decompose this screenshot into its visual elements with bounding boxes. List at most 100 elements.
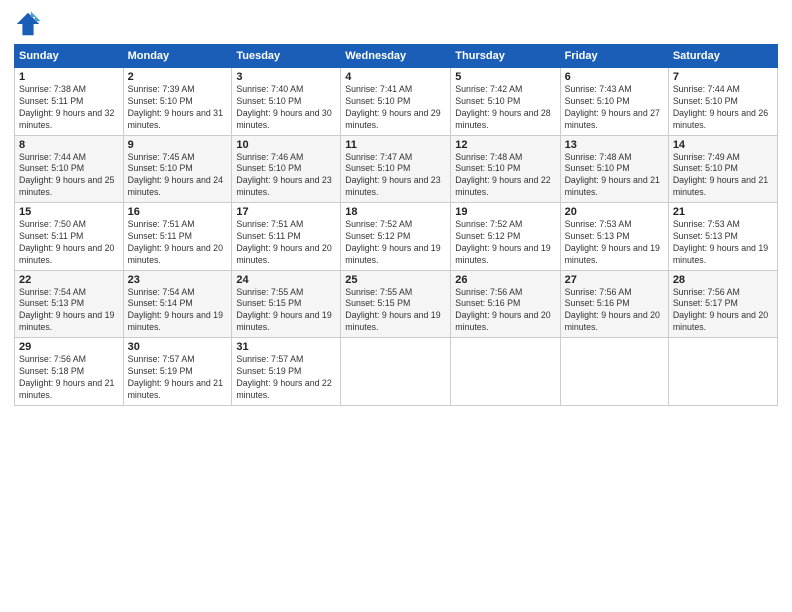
day-number: 19 — [455, 206, 555, 218]
calendar-cell: 13Sunrise: 7:48 AM Sunset: 5:10 PM Dayli… — [560, 135, 668, 203]
day-info: Sunrise: 7:48 AM Sunset: 5:10 PM Dayligh… — [565, 152, 664, 200]
calendar-cell: 25Sunrise: 7:55 AM Sunset: 5:15 PM Dayli… — [341, 270, 451, 338]
calendar-cell: 3Sunrise: 7:40 AM Sunset: 5:10 PM Daylig… — [232, 68, 341, 136]
calendar-cell: 23Sunrise: 7:54 AM Sunset: 5:14 PM Dayli… — [123, 270, 232, 338]
weekday-header: Sunday — [15, 45, 124, 68]
calendar-cell: 5Sunrise: 7:42 AM Sunset: 5:10 PM Daylig… — [451, 68, 560, 136]
day-number: 2 — [128, 71, 228, 83]
header — [14, 10, 778, 38]
day-number: 4 — [345, 71, 446, 83]
calendar-cell — [560, 338, 668, 406]
calendar-week-row: 8Sunrise: 7:44 AM Sunset: 5:10 PM Daylig… — [15, 135, 778, 203]
day-info: Sunrise: 7:57 AM Sunset: 5:19 PM Dayligh… — [236, 354, 336, 402]
day-number: 23 — [128, 274, 228, 286]
calendar-cell: 11Sunrise: 7:47 AM Sunset: 5:10 PM Dayli… — [341, 135, 451, 203]
day-info: Sunrise: 7:38 AM Sunset: 5:11 PM Dayligh… — [19, 84, 119, 132]
day-number: 28 — [673, 274, 773, 286]
day-info: Sunrise: 7:49 AM Sunset: 5:10 PM Dayligh… — [673, 152, 773, 200]
calendar-cell: 1Sunrise: 7:38 AM Sunset: 5:11 PM Daylig… — [15, 68, 124, 136]
calendar-week-row: 1Sunrise: 7:38 AM Sunset: 5:11 PM Daylig… — [15, 68, 778, 136]
day-info: Sunrise: 7:56 AM Sunset: 5:16 PM Dayligh… — [565, 287, 664, 335]
day-number: 29 — [19, 341, 119, 353]
calendar-cell — [668, 338, 777, 406]
day-info: Sunrise: 7:41 AM Sunset: 5:10 PM Dayligh… — [345, 84, 446, 132]
day-number: 27 — [565, 274, 664, 286]
calendar-cell: 14Sunrise: 7:49 AM Sunset: 5:10 PM Dayli… — [668, 135, 777, 203]
day-info: Sunrise: 7:42 AM Sunset: 5:10 PM Dayligh… — [455, 84, 555, 132]
calendar-cell: 27Sunrise: 7:56 AM Sunset: 5:16 PM Dayli… — [560, 270, 668, 338]
day-info: Sunrise: 7:44 AM Sunset: 5:10 PM Dayligh… — [19, 152, 119, 200]
weekday-header: Saturday — [668, 45, 777, 68]
calendar-cell: 16Sunrise: 7:51 AM Sunset: 5:11 PM Dayli… — [123, 203, 232, 271]
day-number: 14 — [673, 139, 773, 151]
day-info: Sunrise: 7:44 AM Sunset: 5:10 PM Dayligh… — [673, 84, 773, 132]
calendar-week-row: 22Sunrise: 7:54 AM Sunset: 5:13 PM Dayli… — [15, 270, 778, 338]
day-number: 13 — [565, 139, 664, 151]
calendar-cell: 31Sunrise: 7:57 AM Sunset: 5:19 PM Dayli… — [232, 338, 341, 406]
day-number: 10 — [236, 139, 336, 151]
day-info: Sunrise: 7:52 AM Sunset: 5:12 PM Dayligh… — [345, 219, 446, 267]
day-number: 22 — [19, 274, 119, 286]
day-info: Sunrise: 7:46 AM Sunset: 5:10 PM Dayligh… — [236, 152, 336, 200]
weekday-header: Thursday — [451, 45, 560, 68]
calendar-body: 1Sunrise: 7:38 AM Sunset: 5:11 PM Daylig… — [15, 68, 778, 406]
day-info: Sunrise: 7:56 AM Sunset: 5:16 PM Dayligh… — [455, 287, 555, 335]
weekday-header: Friday — [560, 45, 668, 68]
day-number: 20 — [565, 206, 664, 218]
calendar-cell: 4Sunrise: 7:41 AM Sunset: 5:10 PM Daylig… — [341, 68, 451, 136]
weekday-row: SundayMondayTuesdayWednesdayThursdayFrid… — [15, 45, 778, 68]
calendar-cell: 28Sunrise: 7:56 AM Sunset: 5:17 PM Dayli… — [668, 270, 777, 338]
day-number: 21 — [673, 206, 773, 218]
day-info: Sunrise: 7:55 AM Sunset: 5:15 PM Dayligh… — [236, 287, 336, 335]
day-number: 30 — [128, 341, 228, 353]
day-number: 31 — [236, 341, 336, 353]
weekday-header: Tuesday — [232, 45, 341, 68]
weekday-header: Wednesday — [341, 45, 451, 68]
calendar-header: SundayMondayTuesdayWednesdayThursdayFrid… — [15, 45, 778, 68]
day-info: Sunrise: 7:40 AM Sunset: 5:10 PM Dayligh… — [236, 84, 336, 132]
day-info: Sunrise: 7:51 AM Sunset: 5:11 PM Dayligh… — [128, 219, 228, 267]
calendar-week-row: 15Sunrise: 7:50 AM Sunset: 5:11 PM Dayli… — [15, 203, 778, 271]
day-info: Sunrise: 7:56 AM Sunset: 5:17 PM Dayligh… — [673, 287, 773, 335]
day-info: Sunrise: 7:47 AM Sunset: 5:10 PM Dayligh… — [345, 152, 446, 200]
day-number: 16 — [128, 206, 228, 218]
calendar-cell: 10Sunrise: 7:46 AM Sunset: 5:10 PM Dayli… — [232, 135, 341, 203]
day-number: 5 — [455, 71, 555, 83]
day-info: Sunrise: 7:48 AM Sunset: 5:10 PM Dayligh… — [455, 152, 555, 200]
weekday-header: Monday — [123, 45, 232, 68]
logo-icon — [14, 10, 42, 38]
day-info: Sunrise: 7:55 AM Sunset: 5:15 PM Dayligh… — [345, 287, 446, 335]
calendar: SundayMondayTuesdayWednesdayThursdayFrid… — [14, 44, 778, 406]
day-number: 8 — [19, 139, 119, 151]
day-info: Sunrise: 7:39 AM Sunset: 5:10 PM Dayligh… — [128, 84, 228, 132]
calendar-cell: 7Sunrise: 7:44 AM Sunset: 5:10 PM Daylig… — [668, 68, 777, 136]
calendar-cell: 18Sunrise: 7:52 AM Sunset: 5:12 PM Dayli… — [341, 203, 451, 271]
logo — [14, 10, 45, 38]
calendar-cell: 24Sunrise: 7:55 AM Sunset: 5:15 PM Dayli… — [232, 270, 341, 338]
day-number: 11 — [345, 139, 446, 151]
calendar-cell: 2Sunrise: 7:39 AM Sunset: 5:10 PM Daylig… — [123, 68, 232, 136]
day-number: 17 — [236, 206, 336, 218]
calendar-cell: 20Sunrise: 7:53 AM Sunset: 5:13 PM Dayli… — [560, 203, 668, 271]
day-number: 26 — [455, 274, 555, 286]
calendar-cell: 17Sunrise: 7:51 AM Sunset: 5:11 PM Dayli… — [232, 203, 341, 271]
day-info: Sunrise: 7:57 AM Sunset: 5:19 PM Dayligh… — [128, 354, 228, 402]
day-info: Sunrise: 7:54 AM Sunset: 5:14 PM Dayligh… — [128, 287, 228, 335]
day-number: 6 — [565, 71, 664, 83]
day-info: Sunrise: 7:53 AM Sunset: 5:13 PM Dayligh… — [565, 219, 664, 267]
day-info: Sunrise: 7:54 AM Sunset: 5:13 PM Dayligh… — [19, 287, 119, 335]
day-info: Sunrise: 7:51 AM Sunset: 5:11 PM Dayligh… — [236, 219, 336, 267]
day-number: 12 — [455, 139, 555, 151]
day-number: 25 — [345, 274, 446, 286]
calendar-cell: 22Sunrise: 7:54 AM Sunset: 5:13 PM Dayli… — [15, 270, 124, 338]
day-info: Sunrise: 7:53 AM Sunset: 5:13 PM Dayligh… — [673, 219, 773, 267]
day-info: Sunrise: 7:52 AM Sunset: 5:12 PM Dayligh… — [455, 219, 555, 267]
day-info: Sunrise: 7:56 AM Sunset: 5:18 PM Dayligh… — [19, 354, 119, 402]
calendar-cell: 9Sunrise: 7:45 AM Sunset: 5:10 PM Daylig… — [123, 135, 232, 203]
day-number: 9 — [128, 139, 228, 151]
day-info: Sunrise: 7:45 AM Sunset: 5:10 PM Dayligh… — [128, 152, 228, 200]
calendar-week-row: 29Sunrise: 7:56 AM Sunset: 5:18 PM Dayli… — [15, 338, 778, 406]
calendar-cell: 15Sunrise: 7:50 AM Sunset: 5:11 PM Dayli… — [15, 203, 124, 271]
calendar-cell: 30Sunrise: 7:57 AM Sunset: 5:19 PM Dayli… — [123, 338, 232, 406]
day-number: 3 — [236, 71, 336, 83]
